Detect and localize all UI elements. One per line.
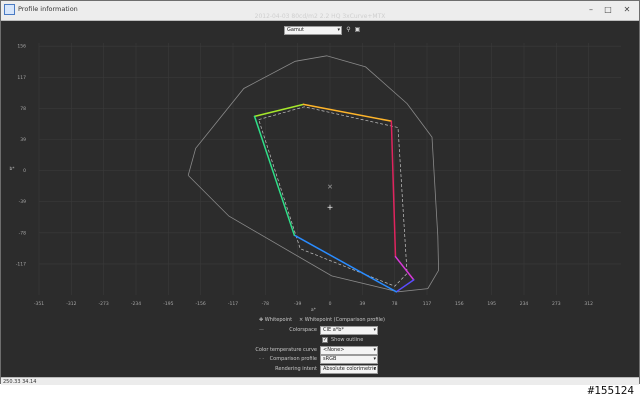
chevron-down-icon: ▾ (373, 356, 376, 362)
y-tick-label: 156 (17, 44, 26, 50)
chevron-down-icon: ▾ (337, 27, 340, 33)
status-bar: 250.33 34.14 (1, 377, 639, 385)
x-axis-label: a* (311, 307, 317, 313)
toolbar: Gamut ▾ ⚲ ▣ (1, 23, 639, 37)
color-temperature-label: Color temperature curve (255, 347, 317, 353)
x-tick-label: -312 (66, 301, 76, 307)
whitepoint-marker-icon: ✥ (259, 317, 264, 323)
legend-whitepoint-comparison: × Whitepoint (Comparison profile) (299, 317, 385, 323)
profile-caption: 2012-04-03 80cd/m2 2.2 HQ 3xCurve+MTX (254, 13, 386, 20)
x-tick-label: 78 (392, 301, 398, 307)
comparison-profile-label: Comparison profile (269, 356, 317, 362)
profile-information-window: Profile information – □ ✕ 2012-04-03 80c… (0, 0, 640, 385)
x-tick-label: -39 (294, 301, 301, 307)
y-tick-label: -39 (19, 199, 26, 205)
comparison-profile-value: sRGB (323, 356, 337, 362)
legend-whitepoint-comparison-label: Whitepoint (Comparison profile) (304, 317, 385, 323)
x-tick-label: 117 (423, 301, 432, 307)
x-tick-label: -351 (34, 301, 44, 307)
legend-whitepoint-label: Whitepoint (264, 317, 293, 323)
y-axis-label: b* (9, 166, 15, 172)
chevron-down-icon: ▾ (373, 347, 376, 353)
y-tick-label: 117 (17, 75, 26, 81)
x-tick-label: 312 (584, 301, 593, 307)
color-temperature-value: <None> (323, 347, 345, 353)
rendering-intent-label: Rendering intent (275, 366, 317, 372)
legend-whitepoint: ✥ Whitepoint (259, 317, 292, 323)
x-tick-label: -78 (262, 301, 269, 307)
y-tick-label: -117 (16, 261, 26, 267)
x-tick-label: 39 (359, 301, 365, 307)
gamut-chart: -351 -312 -273 -234 -195 -156 -117 -78 -39 0 39 78 1… (1, 39, 639, 315)
colorspace-select[interactable]: CIE a*b* ▾ (320, 326, 378, 335)
comparison-whitepoint-marker-icon: × (299, 317, 304, 323)
window-title: Profile information (18, 5, 78, 13)
cursor-coordinates: 250.33 34.14 (3, 379, 37, 385)
chevron-down-icon: ▾ (373, 366, 376, 372)
y-tick-label: -78 (19, 230, 26, 236)
y-tick-label: 78 (20, 106, 26, 112)
rendering-intent-select[interactable]: Absolute colorimetric ▾ (320, 365, 378, 374)
watermark: #155124 (587, 384, 634, 397)
plot-type-value: Gamut (287, 27, 304, 33)
save-icon[interactable]: ▣ (354, 26, 361, 33)
rendering-intent-value: Absolute colorimetric (323, 366, 377, 372)
plot-type-select[interactable]: Gamut ▾ (284, 26, 342, 35)
x-tick-label: -273 (99, 301, 109, 307)
zoom-icon[interactable]: ⚲ (345, 26, 352, 33)
gamut-plot: -351 -312 -273 -234 -195 -156 -117 -78 -39 0 39 78 1… (1, 39, 639, 315)
x-tick-label: -234 (131, 301, 141, 307)
chevron-down-icon: ▾ (373, 327, 376, 333)
x-tick-label: 156 (455, 301, 464, 307)
x-tick-label: -195 (163, 301, 173, 307)
x-tick-label: 273 (552, 301, 561, 307)
y-tick-label: 0 (23, 168, 26, 174)
x-tick-label: 195 (487, 301, 496, 307)
x-tick-label: -117 (228, 301, 238, 307)
y-tick-label: 39 (20, 137, 26, 143)
x-tick-label: 234 (520, 301, 529, 307)
color-temperature-select[interactable]: <None> ▾ (320, 346, 378, 355)
colorspace-label: Colorspace (289, 327, 317, 333)
colorspace-value: CIE a*b* (323, 327, 344, 333)
x-tick-label: 0 (329, 301, 332, 307)
show-outline-checkbox[interactable]: ✓ (322, 337, 328, 343)
comparison-profile-select[interactable]: sRGB ▾ (320, 355, 378, 364)
show-outline-label: Show outline (331, 337, 364, 343)
x-tick-label: -156 (196, 301, 206, 307)
plot-background (1, 39, 639, 315)
